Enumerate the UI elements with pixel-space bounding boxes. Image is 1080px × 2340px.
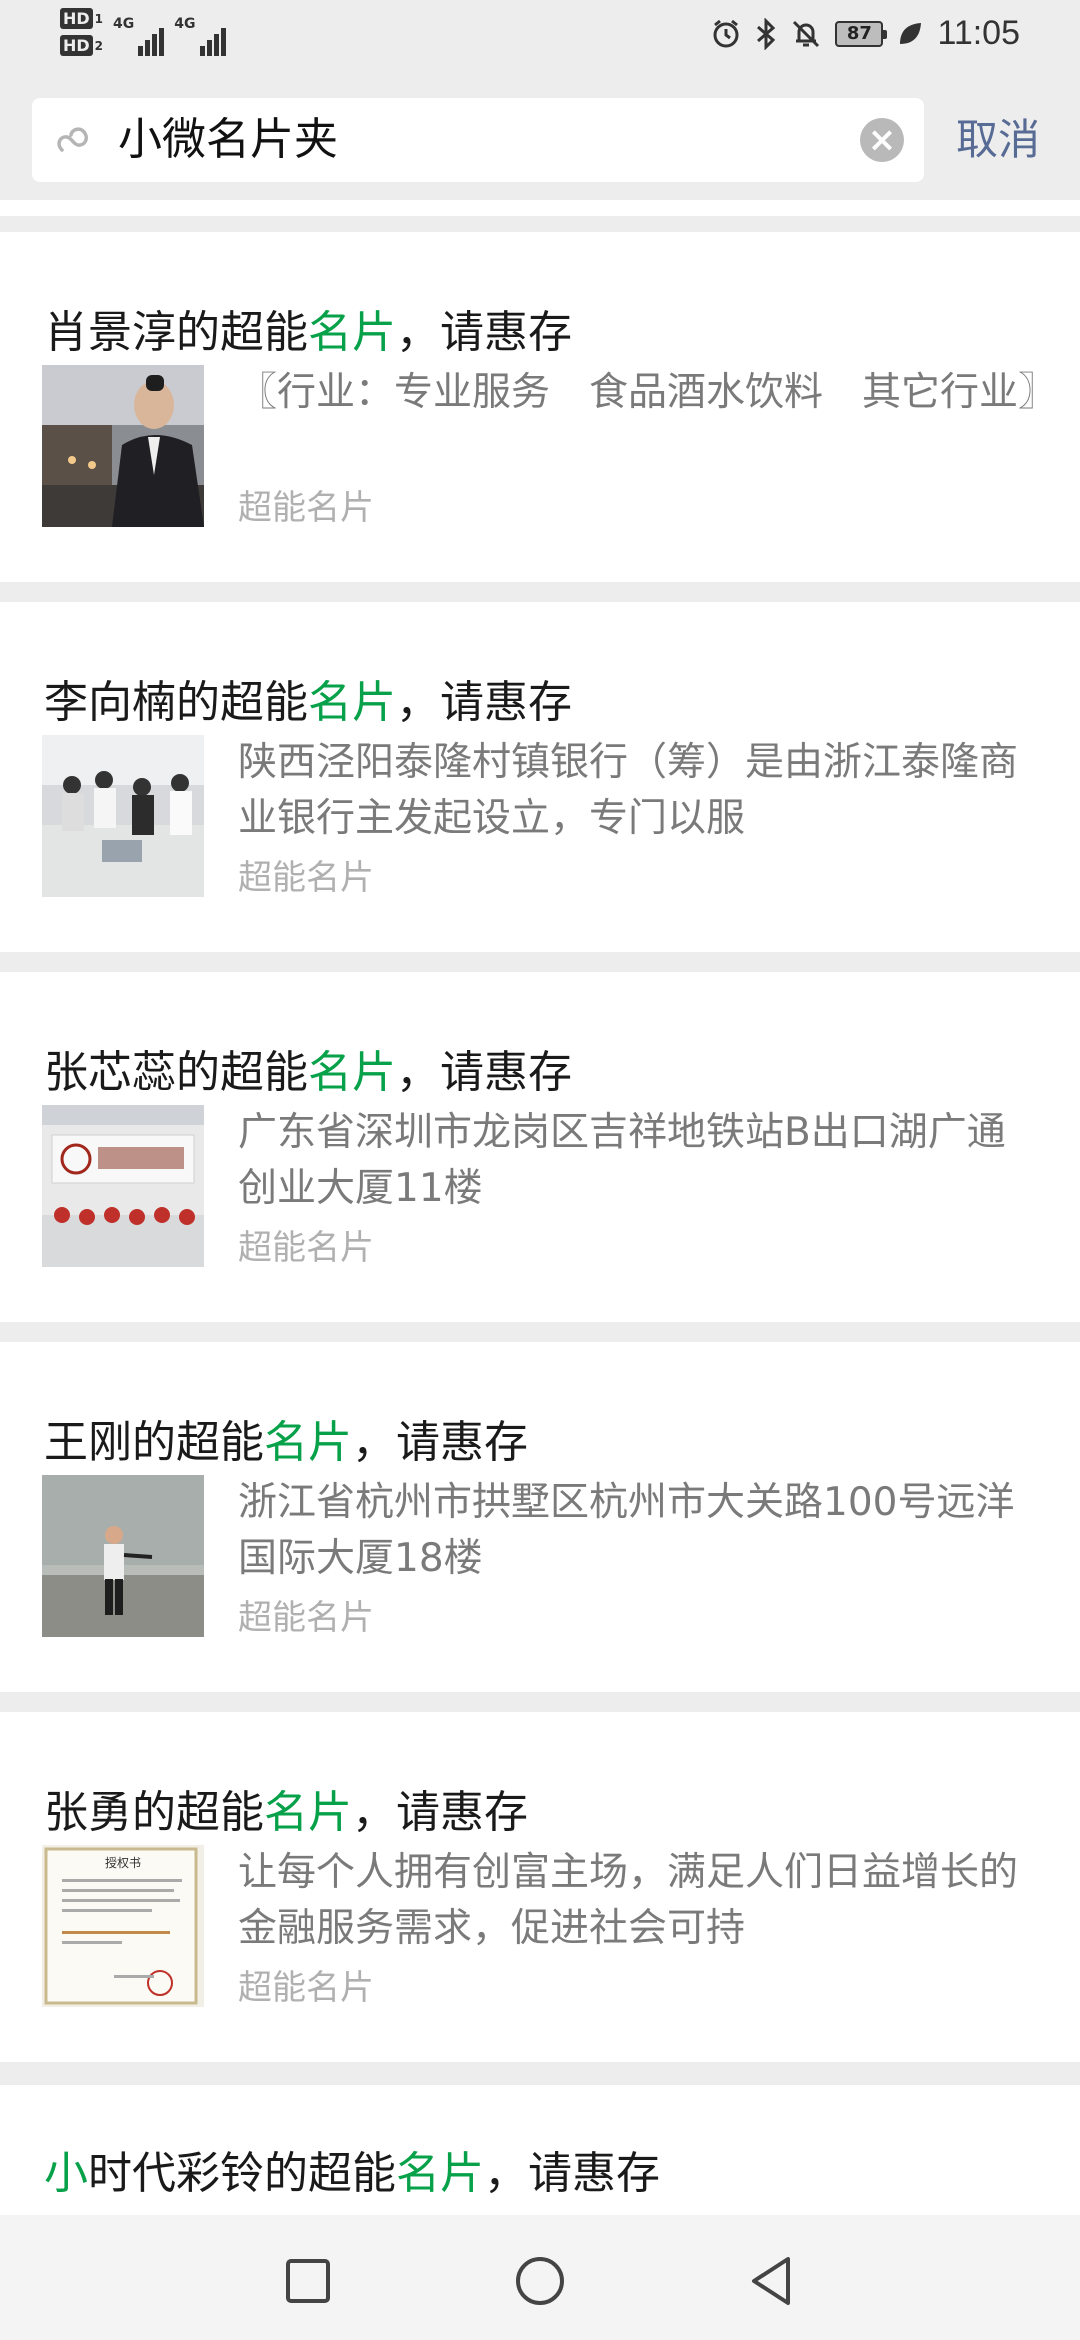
thumbnail-seal-text: 授权书 — [105, 1855, 141, 1870]
result-card[interactable]: 张勇的超能名片，请惠存 授权书 让每个人拥有创富主场，满足人们日益增长的金融服务… — [0, 1712, 1080, 2062]
result-description: 浙江省杭州市拱墅区杭州市大关路100号远洋国际大厦18楼 — [238, 1480, 1015, 1581]
result-description: 让每个人拥有创富主场，满足人们日益增长的金融服务需求，促进社会可持 — [238, 1850, 1019, 1951]
cancel-button[interactable]: 取消 — [956, 98, 1040, 182]
result-source: 超能名片 — [238, 858, 374, 898]
system-nav-bar — [0, 2215, 1080, 2340]
signal-1-icon: 4G — [113, 16, 165, 56]
back-icon[interactable] — [744, 2253, 800, 2309]
bluetooth-icon — [757, 17, 776, 50]
status-bar: HD 1 HD 2 4G 4G 87 11:05 — [0, 0, 1080, 80]
result-card[interactable]: 肖景淳的超能名片，请惠存 〖行业：专业服务 食品酒水饮料 其它行业〗 超能名片 — [0, 232, 1080, 582]
recents-icon[interactable] — [280, 2253, 336, 2309]
result-description: 广东省深圳市龙岗区吉祥地铁站B出口湖广通创业大厦11楼 — [238, 1110, 1006, 1211]
mute-icon — [793, 20, 820, 47]
result-description: 陕西泾阳泰隆村镇银行（筹）是由浙江泰隆商业银行主发起设立，专门以服 — [238, 740, 1019, 841]
result-description: 〖行业：专业服务 食品酒水饮料 其它行业〗 — [238, 370, 1038, 415]
result-thumbnail: 授权书 — [42, 1845, 204, 2007]
result-title: 张勇的超能名片，请惠存 — [44, 1787, 528, 1838]
search-box[interactable]: × — [32, 98, 924, 182]
alarm-icon — [713, 19, 739, 47]
result-source: 超能名片 — [238, 1228, 374, 1268]
result-title: 肖景淳的超能名片，请惠存 — [44, 307, 572, 358]
result-card[interactable]: 小时代彩铃的超能名片，请惠存 — [0, 2085, 1080, 2215]
result-thumbnail — [42, 365, 204, 527]
signal-2-icon: 4G — [174, 16, 226, 56]
result-title: 王刚的超能名片，请惠存 — [44, 1417, 528, 1468]
result-thumbnail — [42, 735, 204, 897]
result-source: 超能名片 — [238, 1968, 374, 2008]
result-card[interactable]: 张芯蕊的超能名片，请惠存 广东省深圳市龙岗区吉祥地铁站B出口湖广通创业大厦11楼… — [0, 972, 1080, 1322]
clock: 11:05 — [937, 14, 1020, 52]
search-bar: × 取消 — [0, 80, 1080, 200]
result-card[interactable]: 李向楠的超能名片，请惠存 陕西泾阳泰隆村镇银行（筹）是由浙江泰隆商业银行主发起设… — [0, 602, 1080, 952]
result-source: 超能名片 — [238, 1598, 374, 1638]
result-thumbnail — [42, 1105, 204, 1267]
mini-program-icon — [57, 127, 88, 152]
result-title: 小时代彩铃的超能名片，请惠存 — [44, 2148, 660, 2199]
home-icon[interactable] — [512, 2253, 568, 2309]
result-thumbnail — [42, 1475, 204, 1637]
clear-icon[interactable]: × — [860, 118, 904, 162]
status-left: HD 1 HD 2 4G 4G — [60, 8, 226, 56]
hd-voice-2-icon: HD 2 — [60, 35, 103, 56]
hd-voice-1-icon: HD 1 — [60, 8, 103, 29]
search-input[interactable] — [118, 98, 878, 182]
leaf-icon — [900, 22, 922, 44]
results-top-divider — [0, 200, 1080, 216]
result-title: 张芯蕊的超能名片，请惠存 — [44, 1047, 572, 1098]
result-source: 超能名片 — [238, 488, 374, 528]
result-title: 李向楠的超能名片，请惠存 — [44, 677, 572, 728]
result-card[interactable]: 王刚的超能名片，请惠存 浙江省杭州市拱墅区杭州市大关路100号远洋国际大厦18楼… — [0, 1342, 1080, 1692]
status-right: 87 11:05 — [711, 14, 1020, 53]
battery-icon: 87 — [835, 20, 888, 47]
